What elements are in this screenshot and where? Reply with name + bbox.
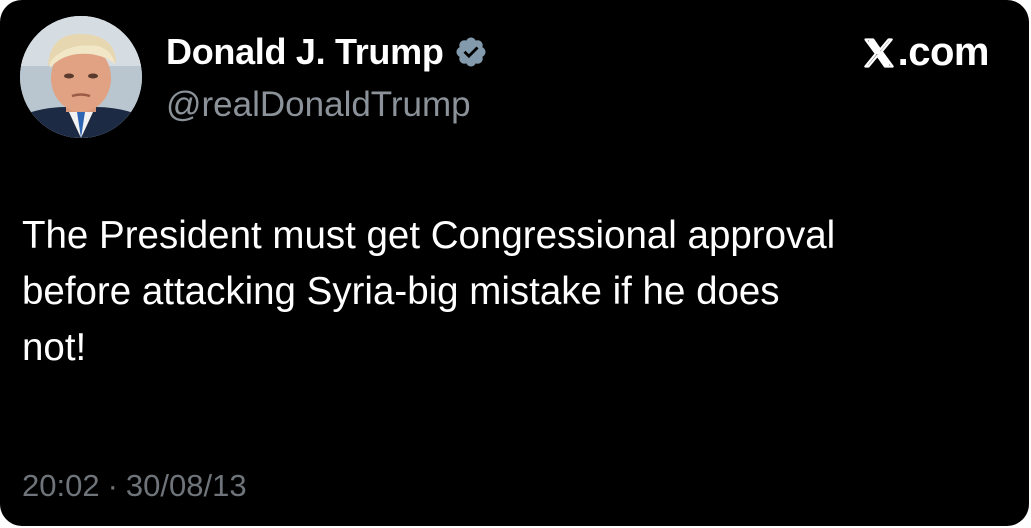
tweet-meta: 20:02 · 30/08/13 [22,466,247,506]
verified-badge-icon [454,35,488,69]
tweet-date[interactable]: 30/08/13 [126,468,247,503]
tweet-card: Donald J. Trump @realDonaldTrump .com Th… [0,0,1029,526]
avatar-portrait-icon [20,16,142,138]
author-display-name[interactable]: Donald J. Trump [166,30,444,74]
meta-separator: · [107,468,118,503]
x-logo-icon [862,34,896,70]
brand-domain: .com [862,28,990,76]
author-name-row: Donald J. Trump [166,30,488,74]
avatar[interactable] [20,16,142,138]
author-handle[interactable]: @realDonaldTrump [166,84,471,126]
brand-domain-label: .com [897,30,990,74]
tweet-text: The President must get Congressional app… [22,214,836,369]
tweet-time[interactable]: 20:02 [22,468,100,503]
